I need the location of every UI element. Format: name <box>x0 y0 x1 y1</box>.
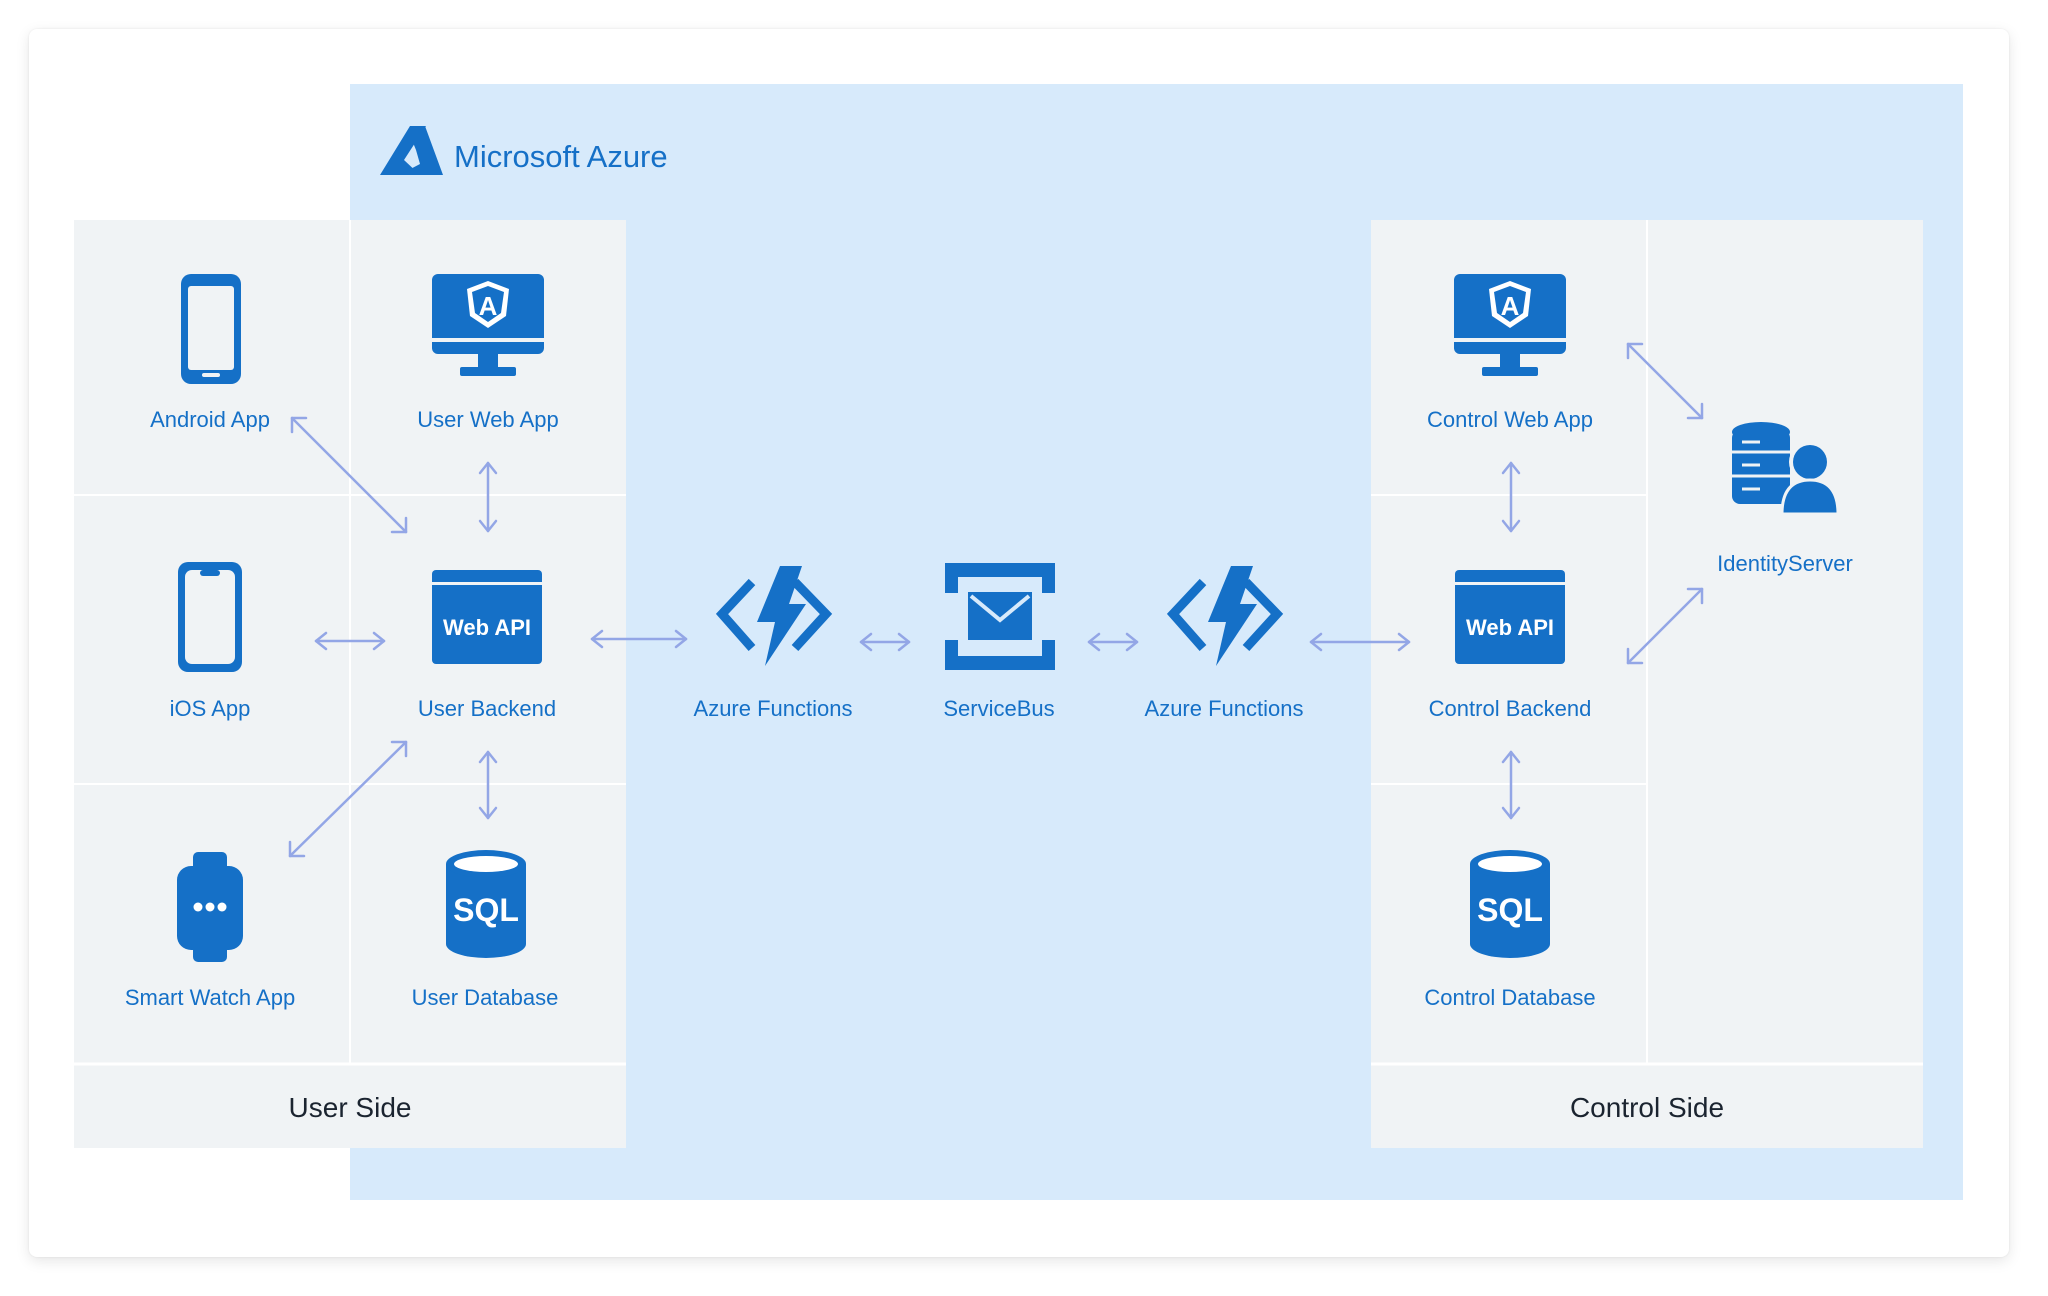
node-ios-app: iOS App <box>170 562 251 721</box>
smartphone-icon <box>178 562 242 672</box>
node-user-web-app: A User Web App <box>417 274 559 432</box>
web-api-badge: Web API <box>1466 615 1554 640</box>
node-label: IdentityServer <box>1717 551 1853 576</box>
node-label: Android App <box>150 407 270 432</box>
architecture-diagram: User Side Control Side Microsoft Azure A… <box>74 84 1963 1200</box>
user-side-label: User Side <box>289 1092 412 1123</box>
svg-text:A: A <box>1501 291 1520 321</box>
node-label: User Web App <box>417 407 558 432</box>
control-side-label: Control Side <box>1570 1092 1724 1123</box>
node-label: User Backend <box>418 696 556 721</box>
node-label: Control Web App <box>1427 407 1593 432</box>
diagram-stage: User Side Control Side Microsoft Azure A… <box>0 0 2048 1296</box>
node-label: Control Backend <box>1429 696 1592 721</box>
smartphone-icon <box>181 274 241 384</box>
node-label: Azure Functions <box>1145 696 1304 721</box>
node-label: User Database <box>412 985 559 1010</box>
sql-badge: SQL <box>453 892 519 928</box>
web-api-icon: Web API <box>1455 570 1565 664</box>
web-api-icon: Web API <box>432 570 542 664</box>
sql-database-icon: SQL <box>446 850 526 958</box>
sql-database-icon: SQL <box>1470 850 1550 958</box>
sql-badge: SQL <box>1477 892 1543 928</box>
node-label: Smart Watch App <box>125 985 295 1010</box>
node-label: ServiceBus <box>943 696 1054 721</box>
smartwatch-icon <box>177 852 243 962</box>
svg-text:A: A <box>479 291 498 321</box>
node-user-backend: Web API User Backend <box>418 570 556 721</box>
node-label: iOS App <box>170 696 251 721</box>
azure-brand-name: Microsoft Azure <box>454 139 668 174</box>
node-label: Azure Functions <box>694 696 853 721</box>
web-api-badge: Web API <box>443 615 531 640</box>
node-label: Control Database <box>1424 985 1595 1010</box>
